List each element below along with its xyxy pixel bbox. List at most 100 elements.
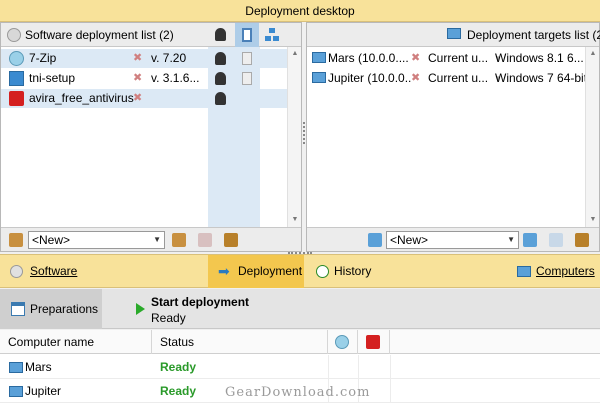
target-name: Mars (10.0.0.... — [328, 51, 409, 65]
nav-history-label: History — [334, 264, 372, 278]
software-name: tni-setup — [29, 71, 76, 85]
row-computer-name: Jupiter — [25, 384, 62, 398]
software-list-icon — [7, 28, 21, 42]
column-7zip[interactable] — [328, 330, 358, 354]
computer-monitor-icon — [447, 28, 461, 39]
column-status[interactable]: Status — [152, 330, 328, 354]
software-row[interactable]: 7-Zip ✖ v. 7.20 — [1, 49, 289, 68]
column-divider — [328, 355, 329, 379]
software-new-combo[interactable]: <New> ▼ — [28, 231, 165, 249]
software-version: v. 3.1.6... — [151, 71, 200, 85]
film-column-icon[interactable] — [235, 23, 259, 47]
targets-new-combo-value: <New> — [390, 233, 429, 247]
software-panel-footer: <New> ▼ — [1, 227, 301, 251]
software-name: avira_free_antivirus — [29, 91, 134, 105]
software-panel-header: Software deployment list (2) — [1, 23, 301, 47]
computer-list-icon[interactable] — [523, 233, 537, 247]
play-icon[interactable] — [136, 303, 145, 315]
software-version: v. 7.20 — [151, 51, 187, 65]
film-icon — [242, 72, 252, 85]
target-user: Current u... — [428, 71, 489, 85]
software-row[interactable]: tni-setup ✖ v. 3.1.6... — [1, 69, 289, 88]
target-os: Windows 7 64-bit — [495, 71, 587, 85]
film-icon — [242, 52, 252, 65]
targets-panel-footer: <New> ▼ — [307, 227, 599, 251]
remove-computer-icon[interactable] — [549, 233, 563, 247]
settings-package-icon[interactable] — [224, 233, 238, 247]
tni-setup-icon — [9, 71, 24, 86]
targets-panel-title: Deployment targets list (2) — [467, 28, 600, 42]
computer-icon — [9, 386, 23, 397]
nav-computers-label: Computers — [536, 264, 595, 278]
target-name: Jupiter (10.0.0... — [328, 71, 412, 85]
remove-icon[interactable]: ✖ — [133, 89, 142, 108]
targets-new-combo[interactable]: <New> ▼ — [386, 231, 519, 249]
calendar-icon — [11, 302, 25, 316]
software-name: 7-Zip — [29, 51, 57, 65]
7zip-icon — [335, 335, 349, 349]
main-navigation: Software ➡ Deployment History Computers — [0, 254, 600, 288]
scroll-up-icon[interactable]: ▲ — [586, 47, 600, 61]
target-os: Windows 8.1 6... — [495, 51, 584, 65]
network-column-icon[interactable] — [265, 28, 279, 42]
table-header: Computer name Status — [0, 330, 600, 354]
row-status: Ready — [160, 360, 197, 374]
scroll-up-icon[interactable]: ▲ — [288, 47, 302, 61]
column-computer-name[interactable]: Computer name — [0, 330, 152, 354]
nav-history[interactable]: History — [316, 255, 371, 288]
deployment-targets-panel: Deployment targets list (2) Mars (10.0.0… — [306, 22, 600, 252]
arrow-right-icon: ➡ — [218, 263, 230, 279]
7zip-icon — [9, 51, 24, 66]
clock-icon — [316, 265, 329, 278]
target-user: Current u... — [428, 51, 489, 65]
ghost-icon — [215, 92, 226, 105]
computer-icon — [9, 362, 23, 373]
targets-panel-header: Deployment targets list (2) — [307, 23, 600, 47]
window-title: Deployment desktop — [0, 0, 600, 22]
column-divider — [390, 355, 391, 379]
computer-icon — [312, 72, 326, 83]
add-computer-icon[interactable] — [368, 233, 382, 247]
nav-software[interactable]: Software — [10, 255, 77, 288]
column-avira[interactable] — [358, 330, 390, 354]
software-scrollbar[interactable]: ▲ ▼ — [287, 47, 301, 227]
computer-icon — [312, 52, 326, 63]
target-row[interactable]: Mars (10.0.0.... ✖ Current u... ▼ Window… — [307, 49, 587, 68]
remove-icon[interactable]: ✖ — [133, 69, 142, 88]
scroll-down-icon[interactable]: ▼ — [288, 213, 302, 227]
preparations-tab[interactable]: Preparations — [0, 289, 102, 329]
start-deployment-button[interactable]: Start deployment — [151, 295, 249, 309]
nav-computers[interactable]: Computers — [517, 255, 595, 288]
scroll-down-icon[interactable]: ▼ — [586, 213, 600, 227]
add-package-icon[interactable] — [172, 233, 186, 247]
package-icon — [9, 233, 23, 247]
chevron-down-icon: ▼ — [507, 235, 515, 244]
ghost-icon — [215, 72, 226, 85]
remove-icon[interactable]: ✖ — [411, 49, 420, 68]
ghost-column-icon — [215, 28, 226, 41]
avira-icon — [9, 91, 24, 106]
software-deployment-panel: Software deployment list (2) 7-Zip ✖ v. … — [0, 22, 302, 252]
remove-package-icon[interactable] — [198, 233, 212, 247]
remove-icon[interactable]: ✖ — [133, 49, 142, 68]
nav-software-label: Software — [30, 264, 78, 278]
row-status: Ready — [160, 384, 197, 398]
ghost-icon — [215, 52, 226, 65]
chevron-down-icon: ▼ — [153, 235, 161, 244]
nav-deployment-label: Deployment — [238, 264, 303, 278]
target-row[interactable]: Jupiter (10.0.0... ✖ Current u... ▼ Wind… — [307, 69, 587, 88]
software-new-combo-value: <New> — [32, 233, 71, 247]
column-divider — [358, 355, 359, 379]
nav-deployment[interactable]: ➡ Deployment — [208, 255, 304, 288]
cd-icon — [10, 265, 23, 278]
avira-icon — [366, 335, 380, 349]
table-row[interactable]: Mars Ready — [0, 355, 600, 379]
remove-icon[interactable]: ✖ — [411, 69, 420, 88]
computer-monitor-icon — [517, 266, 531, 277]
computer-settings-icon[interactable] — [575, 233, 589, 247]
row-computer-name: Mars — [25, 360, 52, 374]
software-row[interactable]: avira_free_antivirus ✖ — [1, 89, 289, 108]
targets-scrollbar[interactable]: ▲ ▼ — [585, 47, 599, 227]
preparations-label: Preparations — [30, 302, 99, 316]
watermark: GearDownload.com — [225, 385, 371, 400]
